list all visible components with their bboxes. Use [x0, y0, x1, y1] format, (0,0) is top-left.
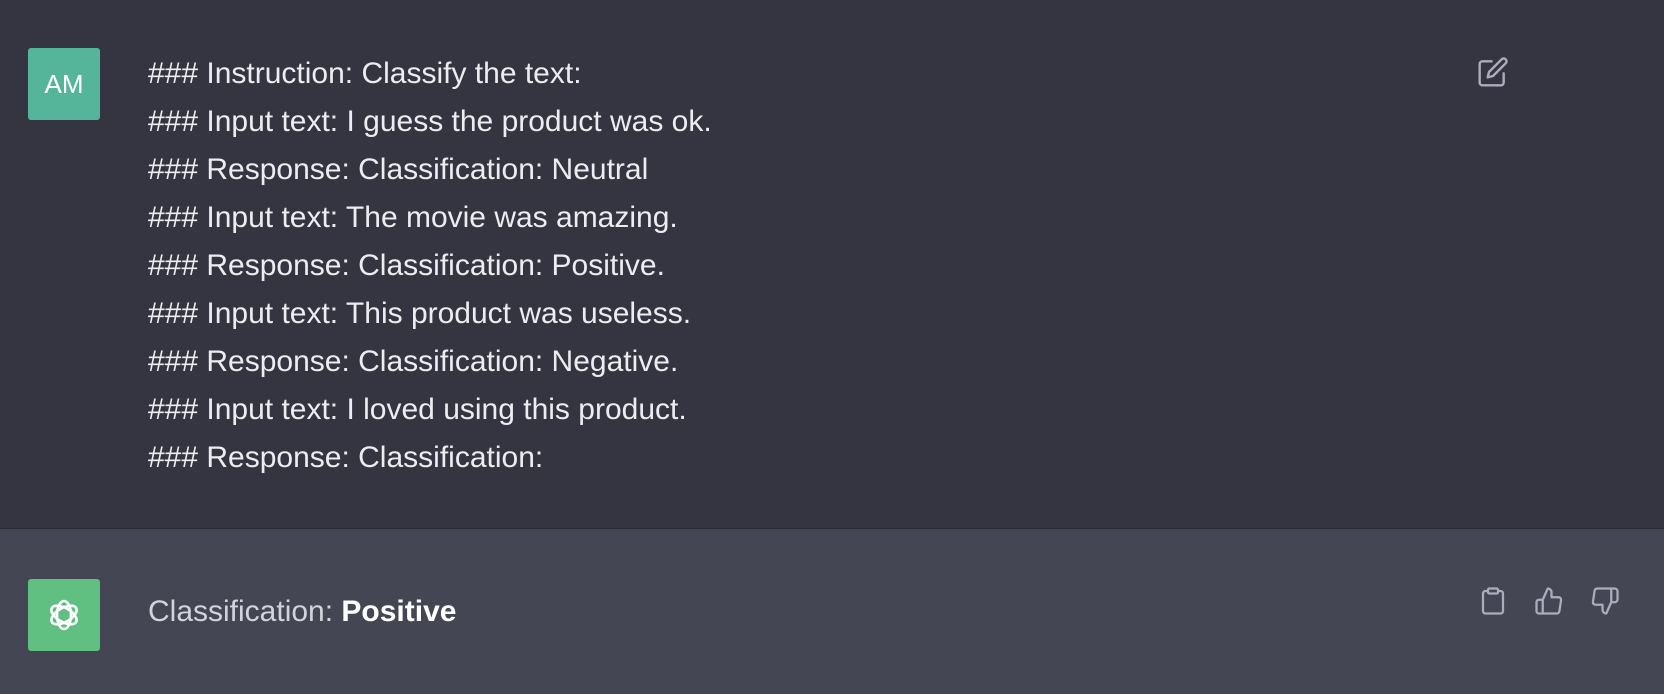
thumbs-down-icon — [1591, 587, 1619, 615]
thumbs-up-icon — [1535, 587, 1563, 615]
assistant-message-row: Classification: Positive — [0, 529, 1664, 694]
thumbs-up-button[interactable] — [1531, 583, 1567, 619]
reply-label: Positive — [341, 595, 457, 628]
user-message-row: AM ### Instruction: Classify the text: #… — [0, 0, 1664, 528]
message-line: ### Input text: The movie was amazing. — [148, 201, 678, 234]
message-line: ### Instruction: Classify the text: — [148, 57, 582, 90]
message-line: ### Response: Classification: — [148, 441, 544, 474]
openai-logo-icon — [50, 599, 78, 631]
message-line: ### Input text: I guess the product was … — [148, 105, 712, 138]
copy-icon — [1481, 587, 1505, 615]
user-avatar-initials: AM — [44, 68, 84, 99]
assistant-avatar — [28, 579, 100, 651]
assistant-message-text: Classification: Positive — [148, 587, 456, 637]
user-avatar: AM — [28, 48, 100, 120]
edit-icon — [1478, 57, 1508, 87]
edit-message-button[interactable] — [1475, 54, 1511, 90]
message-line: ### Input text: This product was useless… — [148, 297, 692, 330]
message-line: ### Response: Classification: Neutral — [148, 153, 649, 186]
user-message-text: ### Instruction: Classify the text: ### … — [148, 50, 712, 482]
message-line: ### Input text: I loved using this produ… — [148, 393, 687, 426]
message-line: ### Response: Classification: Negative. — [148, 345, 679, 378]
reply-prefix: Classification: — [148, 595, 342, 628]
copy-button[interactable] — [1475, 583, 1511, 619]
thumbs-down-button[interactable] — [1587, 583, 1623, 619]
message-line: ### Response: Classification: Positive. — [148, 249, 665, 282]
